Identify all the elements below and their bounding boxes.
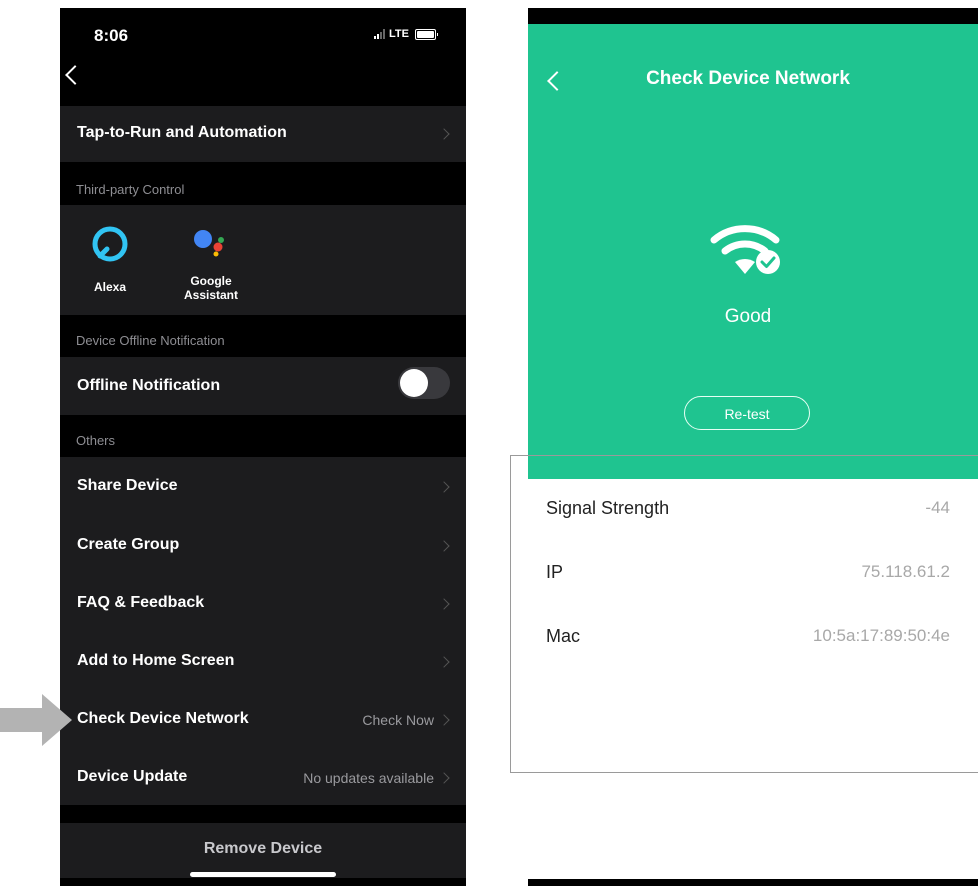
chevron-right-icon [438, 714, 450, 726]
device-update-row[interactable]: Device Update No updates available [60, 747, 466, 805]
device-update-value: No updates available [303, 770, 434, 786]
google-label-line1: Google [190, 274, 232, 288]
google-assistant-item[interactable]: Google Assistant [176, 225, 246, 302]
section-label: Device Offline Notification [76, 333, 225, 348]
google-label-line2: Assistant [183, 288, 239, 302]
chevron-right-icon [438, 598, 450, 610]
share-device-label: Share Device [77, 477, 178, 494]
google-assistant-label: Google Assistant [176, 274, 246, 302]
pointer-arrow-icon [0, 694, 72, 746]
chevron-right-icon [438, 540, 450, 552]
back-chevron-icon[interactable] [65, 65, 85, 85]
alexa-icon [92, 226, 128, 262]
left-phone-screen: 8:06 LTE Tap-to-Run and Automation Third… [60, 8, 466, 886]
alexa-label: Alexa [93, 280, 127, 294]
battery-icon [414, 28, 438, 40]
home-indicator [190, 872, 336, 877]
chevron-right-icon [438, 656, 450, 668]
highlight-frame [510, 455, 978, 773]
section-label: Others [76, 433, 116, 448]
faq-feedback-row[interactable]: FAQ & Feedback [60, 573, 466, 631]
tap-to-run-label: Tap-to-Run and Automation [77, 124, 287, 141]
alexa-item[interactable]: Alexa [86, 225, 134, 294]
network-status: Good [724, 306, 772, 327]
offline-notification-row: Offline Notification [60, 357, 466, 415]
page-title: Check Device Network [646, 68, 850, 89]
offline-notification-label: Offline Notification [77, 377, 221, 394]
remove-device-button[interactable]: Remove Device [60, 823, 466, 878]
network-type: LTE [389, 28, 409, 40]
section-header-offline: Device Offline Notification [60, 315, 466, 357]
check-network-label: Check Device Network [77, 710, 249, 727]
create-group-label: Create Group [77, 536, 180, 553]
tap-to-run-row[interactable]: Tap-to-Run and Automation [60, 106, 466, 162]
section-header-third-party: Third-party Control [60, 162, 466, 205]
signal-bars-icon [374, 29, 385, 39]
status-indicators: LTE [374, 28, 438, 40]
retest-button[interactable]: Re-test [684, 396, 810, 430]
chevron-right-icon [438, 772, 450, 784]
device-update-label: Device Update [77, 768, 188, 785]
check-now-value: Check Now [362, 712, 434, 728]
toggle-knob [400, 369, 428, 397]
google-assistant-icon [194, 230, 224, 257]
section-label: Third-party Control [76, 182, 185, 197]
add-to-home-row[interactable]: Add to Home Screen [60, 631, 466, 689]
chevron-right-icon [438, 128, 450, 140]
offline-notification-toggle[interactable] [398, 367, 450, 399]
share-device-row[interactable]: Share Device [60, 457, 466, 515]
check-device-network-row[interactable]: Check Device Network Check Now [60, 689, 466, 747]
status-time: 8:06 [94, 26, 129, 45]
third-party-row: Alexa Google Assistant [60, 205, 466, 315]
add-to-home-label: Add to Home Screen [77, 652, 235, 669]
chevron-right-icon [438, 481, 450, 493]
section-header-others: Others [60, 415, 466, 457]
wifi-check-icon [710, 225, 780, 274]
faq-feedback-label: FAQ & Feedback [77, 594, 205, 611]
remove-device-label: Remove Device [203, 840, 323, 857]
create-group-row[interactable]: Create Group [60, 515, 466, 573]
